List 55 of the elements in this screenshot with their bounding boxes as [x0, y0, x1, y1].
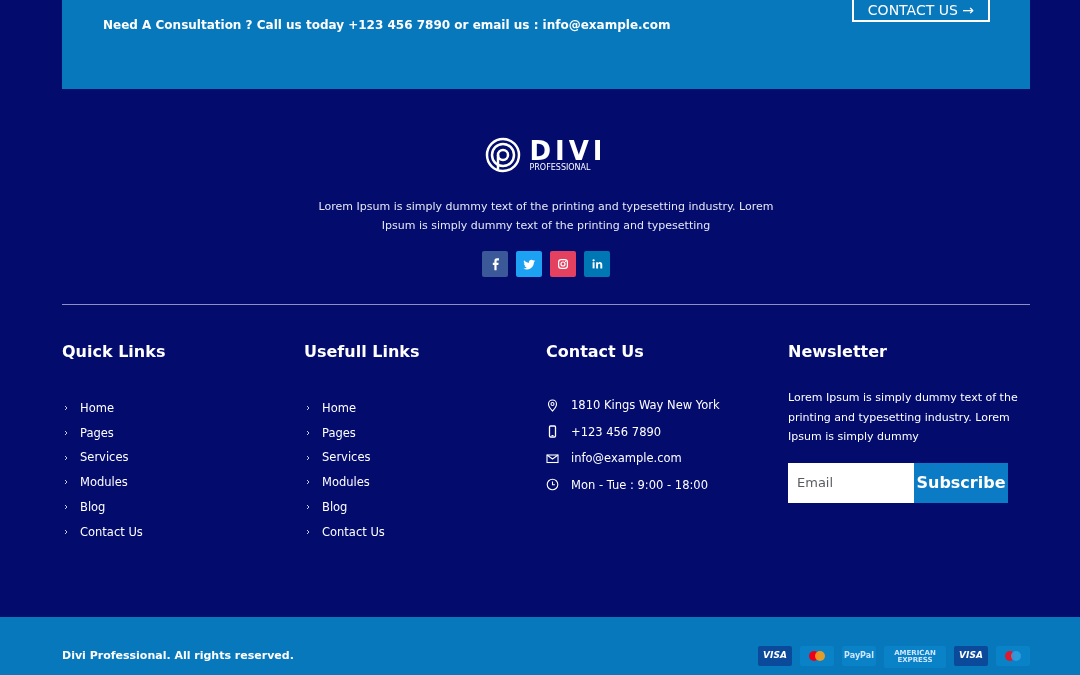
instagram-icon[interactable] [550, 251, 576, 277]
chevron-icon [62, 429, 70, 438]
column-title: Newsletter [788, 341, 888, 363]
footer-link[interactable]: Modules [322, 470, 370, 495]
phone-icon [546, 425, 559, 439]
chevron-icon [62, 527, 70, 536]
chevron-icon [62, 453, 70, 462]
chevron-icon [304, 478, 312, 487]
contact-text: 1810 Kings Way New York [571, 397, 720, 414]
location-pin-icon [546, 398, 559, 412]
banner-text: Need A Consultation ? Call us today +123 456 7890 or email us : info@example.com [103, 17, 671, 34]
spiral-logo-icon [485, 137, 522, 173]
subscribe-button[interactable]: Subscribe [914, 462, 1008, 503]
footer-link[interactable]: Pages [80, 420, 114, 446]
chevron-icon [62, 503, 70, 512]
footer-link[interactable]: Blog [322, 494, 348, 520]
brand-description: Lorem Ipsum is simply dummy text of the printing and typesetting industry. Lorem Ipsum is simply dummy text of the printing and typesetting [317, 199, 775, 234]
contact-button[interactable]: CONTACT US → [851, 0, 990, 22]
footer-link[interactable]: Pages [322, 420, 356, 446]
footer-link[interactable]: Services [322, 445, 371, 471]
chevron-icon [62, 404, 70, 413]
overlapping-circles-card-icon [807, 649, 827, 662]
bird-icon[interactable] [516, 251, 542, 277]
contact-text: Mon - Tue : 9:00 - 18:00 [571, 476, 708, 494]
overlapping-circles-card-icon [1003, 649, 1023, 662]
copyright-text: Divi Professional. All rights reserved. [62, 648, 294, 665]
envelope-icon [546, 451, 559, 465]
footer-link[interactable]: Modules [80, 470, 128, 495]
clock-icon [546, 478, 559, 492]
chevron-icon [304, 453, 312, 462]
newsletter-text: Lorem Ipsum is simply dummy text of the printing and typesetting industry. Lorem Ipsum is simply dummy [788, 390, 1019, 445]
visa-card-logo: VISA [758, 645, 792, 666]
contact-text: +123 456 7890 [571, 423, 662, 441]
footer-link[interactable]: Contact Us [322, 519, 385, 545]
footer-link[interactable]: Home [80, 396, 114, 421]
chevron-icon [304, 503, 312, 512]
brand-name: DIVI [529, 138, 607, 164]
column-title: Contact Us [546, 341, 645, 363]
facebook-icon[interactable] [482, 251, 508, 277]
visa-card-logo: VISA [954, 645, 988, 666]
column-title: Usefull Links [304, 341, 421, 363]
footer-link[interactable]: Blog [80, 494, 106, 520]
chevron-icon [304, 404, 312, 413]
email-field[interactable]: Email [788, 462, 914, 503]
column-title: Quick Links [62, 341, 167, 363]
paypal-logo: PayPal [842, 645, 876, 666]
chevron-icon [304, 429, 312, 438]
contact-text: info@example.com [571, 450, 682, 467]
chevron-icon [304, 527, 312, 536]
footer-link[interactable]: Home [322, 396, 356, 421]
footer-link[interactable]: Contact Us [80, 519, 143, 545]
brand-tagline: PROFESSIONAL [529, 164, 592, 172]
chevron-icon [62, 478, 70, 487]
footer-link[interactable]: Services [80, 445, 129, 471]
linkedin-icon[interactable] [584, 251, 610, 277]
